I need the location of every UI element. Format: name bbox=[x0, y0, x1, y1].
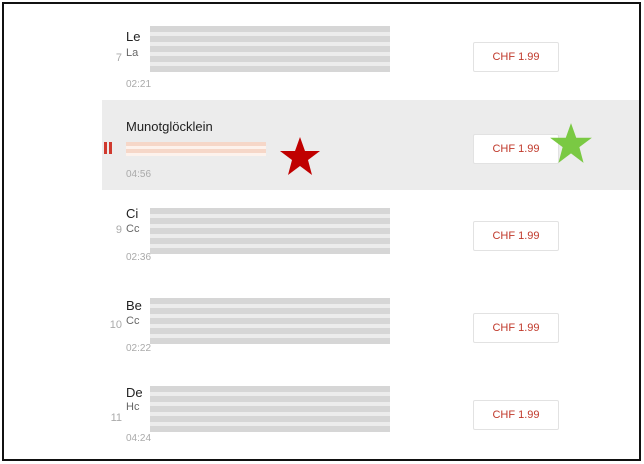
green-star-marker bbox=[550, 123, 592, 163]
track-title: Le bbox=[126, 29, 141, 44]
list-item-track-11[interactable]: 11 De Hc 04:24 CHF 1.99 bbox=[102, 376, 639, 459]
redacted-text bbox=[150, 208, 390, 254]
track-duration: 04:56 bbox=[126, 169, 152, 180]
track-artist: La bbox=[126, 47, 139, 59]
track-duration: 04:24 bbox=[126, 433, 152, 444]
track-title: De bbox=[126, 385, 143, 400]
buy-price-button[interactable]: CHF 1.99 bbox=[473, 134, 559, 164]
track-duration: 02:22 bbox=[126, 343, 152, 354]
redacted-text bbox=[150, 298, 390, 344]
track-title: Ci bbox=[126, 206, 139, 221]
buy-price-button[interactable]: CHF 1.99 bbox=[473, 221, 559, 251]
red-star-marker bbox=[280, 137, 320, 175]
list-item-track-10[interactable]: 10 Be Cc 02:22 CHF 1.99 bbox=[102, 284, 639, 376]
redacted-text bbox=[150, 26, 390, 72]
pause-icon[interactable] bbox=[104, 142, 114, 154]
track-artist: Cc bbox=[126, 223, 140, 235]
track-number: 10 bbox=[109, 319, 122, 331]
list-item-track-7[interactable]: 7 Le La 02:21 CHF 1.99 bbox=[102, 20, 639, 100]
track-duration: 02:21 bbox=[126, 79, 152, 90]
buy-price-button[interactable]: CHF 1.99 bbox=[473, 313, 559, 343]
buy-price-button[interactable]: CHF 1.99 bbox=[473, 42, 559, 72]
track-number: 11 bbox=[110, 412, 122, 424]
track-title: Munotglöcklein bbox=[126, 119, 213, 134]
track-number: 7 bbox=[115, 52, 122, 64]
list-item-track-9[interactable]: 9 Ci Cc 02:36 CHF 1.99 bbox=[102, 190, 639, 284]
buy-price-button[interactable]: CHF 1.99 bbox=[473, 400, 559, 430]
track-list: 7 Le La 02:21 CHF 1.99 Munotglöcklein 04… bbox=[2, 2, 641, 461]
track-duration: 02:36 bbox=[126, 252, 152, 263]
track-artist: Hc bbox=[126, 401, 140, 413]
redacted-text bbox=[126, 142, 266, 156]
redacted-text bbox=[150, 386, 390, 432]
track-number: 9 bbox=[115, 224, 122, 236]
track-title: Be bbox=[126, 298, 142, 313]
track-artist: Cc bbox=[126, 315, 140, 327]
